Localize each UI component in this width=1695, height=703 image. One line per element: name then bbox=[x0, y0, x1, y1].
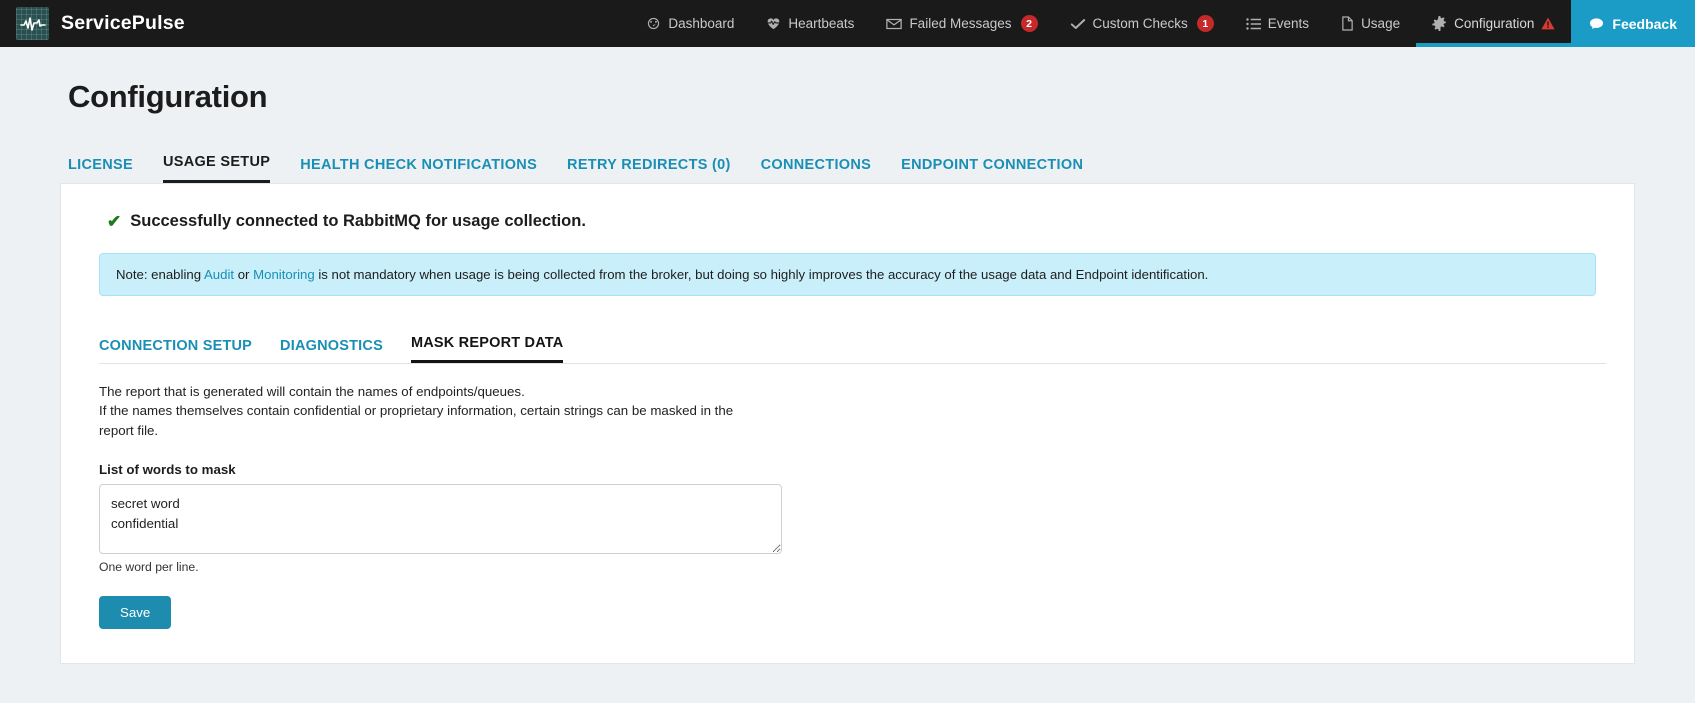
connection-status-text: Successfully connected to RabbitMQ for u… bbox=[130, 212, 586, 230]
nav-item-usage[interactable]: Usage bbox=[1325, 0, 1416, 47]
brand[interactable]: ServicePulse bbox=[0, 0, 185, 47]
mask-description: The report that is generated will contai… bbox=[99, 382, 769, 440]
pulse-waveform-icon bbox=[16, 7, 49, 40]
top-navbar: ServicePulse Dashboard Heartbeats Failed… bbox=[0, 0, 1695, 47]
brand-name: ServicePulse bbox=[61, 12, 185, 34]
nav-item-failed-messages[interactable]: Failed Messages 2 bbox=[870, 0, 1053, 47]
tab-endpoint-connection[interactable]: ENDPOINT CONNECTION bbox=[901, 157, 1083, 183]
nav-item-dashboard[interactable]: Dashboard bbox=[630, 0, 750, 47]
mask-words-hint: One word per line. bbox=[99, 559, 199, 574]
sub-tab-connection-setup[interactable]: CONNECTION SETUP bbox=[99, 338, 252, 363]
nav-item-custom-checks[interactable]: Custom Checks 1 bbox=[1054, 0, 1230, 47]
mask-description-line2: If the names themselves contain confiden… bbox=[99, 403, 734, 438]
nav-item-label: Custom Checks bbox=[1092, 16, 1188, 31]
mask-description-line1: The report that is generated will contai… bbox=[99, 384, 525, 399]
document-icon bbox=[1341, 16, 1354, 31]
nav-item-label: Dashboard bbox=[668, 16, 735, 31]
sub-tabs: CONNECTION SETUP DIAGNOSTICS MASK REPORT… bbox=[99, 332, 1606, 364]
check-mark-icon: ✔ bbox=[107, 212, 122, 231]
sub-tab-diagnostics[interactable]: DIAGNOSTICS bbox=[280, 338, 383, 363]
mask-words-input[interactable] bbox=[99, 483, 782, 554]
sub-tab-mask-report-data[interactable]: MASK REPORT DATA bbox=[410, 335, 564, 363]
info-note: Note: enabling Audit or Monitoring is no… bbox=[99, 253, 1596, 296]
heartbeat-icon bbox=[766, 16, 781, 31]
nav-item-label: Heartbeats bbox=[788, 16, 855, 31]
note-middle: or bbox=[234, 267, 254, 282]
note-suffix: is not mandatory when usage is being col… bbox=[314, 267, 1209, 282]
nav-item-label: Usage bbox=[1361, 16, 1401, 31]
nav-item-events[interactable]: Events bbox=[1230, 0, 1325, 47]
page-body: Configuration LICENSE USAGE SETUP HEALTH… bbox=[0, 79, 1695, 664]
monitoring-link[interactable]: Monitoring bbox=[253, 267, 315, 282]
audit-link[interactable]: Audit bbox=[204, 267, 234, 282]
warning-triangle-icon bbox=[1541, 17, 1556, 30]
envelope-icon bbox=[886, 17, 903, 31]
nav-item-label: Failed Messages bbox=[909, 16, 1012, 31]
feedback-button-label: Feedback bbox=[1612, 15, 1677, 32]
check-icon bbox=[1070, 17, 1086, 31]
usage-setup-card: ✔ Successfully connected to RabbitMQ for… bbox=[60, 183, 1635, 664]
tab-license[interactable]: LICENSE bbox=[68, 157, 133, 183]
nav-items: Dashboard Heartbeats Failed Messages 2 C… bbox=[630, 0, 1695, 47]
list-icon bbox=[1246, 17, 1261, 31]
note-prefix: Note: enabling bbox=[116, 267, 204, 282]
nav-item-heartbeats[interactable]: Heartbeats bbox=[750, 0, 870, 47]
mask-words-label: List of words to mask bbox=[99, 461, 236, 477]
feedback-button[interactable]: Feedback bbox=[1571, 0, 1695, 47]
tab-usage-setup[interactable]: USAGE SETUP bbox=[162, 154, 271, 183]
nav-item-configuration[interactable]: Configuration bbox=[1416, 0, 1572, 47]
tab-health-check-notifications[interactable]: HEALTH CHECK NOTIFICATIONS bbox=[300, 157, 537, 183]
status-badge: 2 bbox=[1020, 15, 1038, 32]
tab-connections[interactable]: CONNECTIONS bbox=[761, 157, 871, 183]
gear-icon bbox=[1432, 16, 1447, 31]
nav-item-label: Configuration bbox=[1454, 16, 1535, 31]
main-tabs: LICENSE USAGE SETUP HEALTH CHECK NOTIFIC… bbox=[68, 149, 1635, 183]
save-button[interactable]: Save bbox=[99, 595, 172, 629]
connection-status: ✔ Successfully connected to RabbitMQ for… bbox=[107, 212, 1606, 231]
status-badge: 1 bbox=[1196, 15, 1214, 32]
gauge-icon bbox=[646, 16, 661, 31]
speech-bubble-icon bbox=[1589, 17, 1604, 31]
tab-retry-redirects[interactable]: RETRY REDIRECTS (0) bbox=[567, 157, 731, 183]
nav-item-label: Events bbox=[1267, 16, 1310, 31]
page-title: Configuration bbox=[68, 79, 268, 114]
